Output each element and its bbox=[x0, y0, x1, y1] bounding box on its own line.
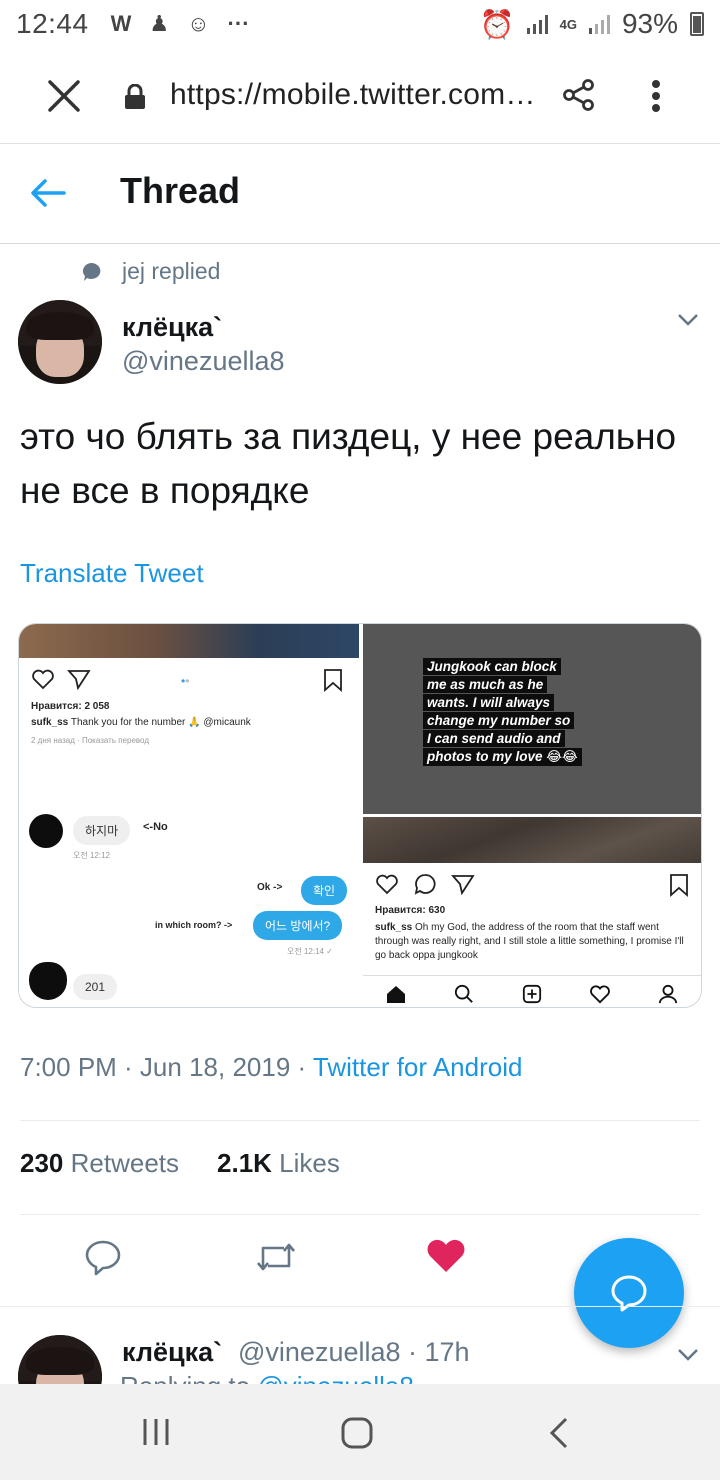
w-app-icon: W bbox=[110, 11, 132, 36]
heart-outline-icon bbox=[590, 985, 610, 1004]
media-grid[interactable]: •• Нравится: 2 058 sufk_ss Thank you for… bbox=[18, 623, 702, 1008]
bookmark-icon bbox=[670, 874, 688, 897]
alarm-icon: ⏰ bbox=[479, 8, 515, 40]
message-note: in which room? -> bbox=[155, 920, 233, 930]
author-name[interactable]: клёцка` bbox=[122, 1337, 222, 1368]
thread-header: Thread bbox=[0, 144, 720, 244]
photo-strip bbox=[19, 624, 359, 658]
photo-strip bbox=[363, 817, 701, 863]
home-icon bbox=[387, 986, 405, 1003]
next-tweet[interactable]: клёцка` @vinezuella8 · 17h Replying to @… bbox=[0, 1306, 720, 1384]
tweet-text: это чо блять за пиздец, у нее реально не… bbox=[20, 416, 677, 511]
avatar[interactable] bbox=[18, 300, 102, 384]
translate-tweet-link[interactable]: Translate Tweet bbox=[20, 558, 204, 589]
media-image-2[interactable]: Jungkook can block me as much as he want… bbox=[363, 624, 701, 814]
caption: sufk_ss Oh my God, the address of the ro… bbox=[375, 922, 684, 961]
message-time: 오전 12:12 bbox=[73, 851, 110, 860]
retweet-icon[interactable] bbox=[254, 1238, 298, 1276]
more-vert-icon[interactable] bbox=[650, 78, 662, 114]
battery-icon bbox=[690, 12, 704, 36]
profile-icon bbox=[658, 984, 678, 1004]
author-handle[interactable]: @vinezuella8 bbox=[122, 346, 285, 377]
send-icon bbox=[451, 875, 475, 895]
reply-bubble-icon bbox=[82, 262, 101, 281]
redacted-avatar bbox=[29, 814, 63, 848]
redacted-avatar bbox=[29, 962, 67, 1000]
back-arrow-icon[interactable] bbox=[30, 178, 66, 208]
heart-outline-icon bbox=[32, 669, 54, 690]
close-icon[interactable] bbox=[44, 76, 84, 116]
source-link[interactable]: Twitter for Android bbox=[313, 1052, 523, 1082]
likes-stat[interactable]: 2.1K Likes bbox=[217, 1148, 340, 1179]
lock-icon bbox=[125, 84, 145, 109]
person-icon: ♟ bbox=[149, 11, 170, 36]
bookmark-icon bbox=[324, 669, 342, 692]
signal-icon-2 bbox=[588, 14, 610, 34]
message-note: Ok -> bbox=[257, 882, 283, 893]
media-image-3[interactable]: Нравится: 630 sufk_ss Oh my God, the add… bbox=[363, 817, 701, 1007]
likes-line: Нравится: 630 bbox=[375, 905, 446, 916]
status-time: 12:44 bbox=[16, 8, 89, 39]
reply-icon[interactable] bbox=[84, 1238, 122, 1276]
status-right: ⏰ 4G 93% bbox=[480, 8, 704, 41]
browser-toolbar: https://mobile.twitter.com… bbox=[0, 48, 720, 144]
network-label: 4G bbox=[559, 16, 577, 32]
story-text: Jungkook can block me as much as he want… bbox=[423, 658, 663, 767]
search-icon bbox=[454, 984, 473, 1003]
replying-to: Replying to @vinezuella8 bbox=[120, 1371, 414, 1384]
media-image-1[interactable]: •• Нравится: 2 058 sufk_ss Thank you for… bbox=[19, 624, 359, 1007]
instagram-bottom-nav bbox=[363, 975, 701, 1007]
recents-icon[interactable] bbox=[140, 1416, 172, 1448]
divider bbox=[20, 1214, 700, 1215]
more-dots-icon: ··· bbox=[227, 11, 250, 36]
retweets-stat[interactable]: 230 Retweets bbox=[20, 1148, 179, 1179]
likes-line: Нравится: 2 058 bbox=[31, 701, 110, 712]
message-bubble: 하지마 bbox=[73, 816, 131, 845]
system-nav-bar bbox=[0, 1384, 720, 1480]
tweet-timestamp: 7:00 PM · Jun 18, 2019 · Twitter for And… bbox=[20, 1052, 523, 1082]
avatar[interactable] bbox=[18, 1335, 102, 1384]
message-note: <-No bbox=[143, 821, 168, 833]
comment-icon bbox=[414, 874, 436, 895]
divider bbox=[20, 1120, 700, 1121]
back-icon[interactable] bbox=[548, 1416, 570, 1450]
add-post-icon bbox=[522, 984, 542, 1004]
discord-icon: ☺ bbox=[187, 11, 210, 36]
message-time: 오전 12:14 ✓ bbox=[287, 947, 333, 956]
heart-outline-icon bbox=[376, 874, 398, 895]
status-bar: 12:44 W ♟ ☺ ··· ⏰ 4G 93% bbox=[0, 0, 720, 48]
page-title: Thread bbox=[120, 170, 241, 211]
caption: sufk_ss Thank you for the number 🙏 @mica… bbox=[31, 717, 251, 728]
url-text[interactable]: https://mobile.twitter.com… bbox=[170, 78, 536, 112]
replied-label: jej replied bbox=[122, 258, 221, 284]
home-button-icon[interactable] bbox=[340, 1416, 374, 1450]
carousel-dots: •• bbox=[181, 674, 190, 688]
social-context[interactable]: jej replied bbox=[80, 258, 220, 285]
author-name[interactable]: клёцка` bbox=[122, 312, 222, 343]
message-bubble: 201 bbox=[73, 974, 118, 1000]
chevron-down-icon[interactable] bbox=[676, 1347, 700, 1363]
message-bubble: 확인 bbox=[301, 876, 348, 905]
send-icon bbox=[67, 670, 91, 690]
tweet-stats: 230 Retweets 2.1K Likes bbox=[20, 1148, 340, 1179]
share-icon[interactable] bbox=[562, 78, 596, 112]
caption-meta: 2 дня назад · Показать перевод bbox=[31, 736, 149, 745]
author-handle[interactable]: @vinezuella8 · 17h bbox=[238, 1337, 470, 1368]
notification-icons: W ♟ ☺ ··· bbox=[111, 11, 250, 37]
chevron-down-icon[interactable] bbox=[676, 312, 700, 328]
message-bubble: 어느 방에서? bbox=[253, 911, 343, 940]
signal-icon bbox=[526, 14, 548, 34]
battery-percent: 93% bbox=[621, 8, 678, 39]
heart-filled-icon[interactable] bbox=[426, 1238, 466, 1274]
